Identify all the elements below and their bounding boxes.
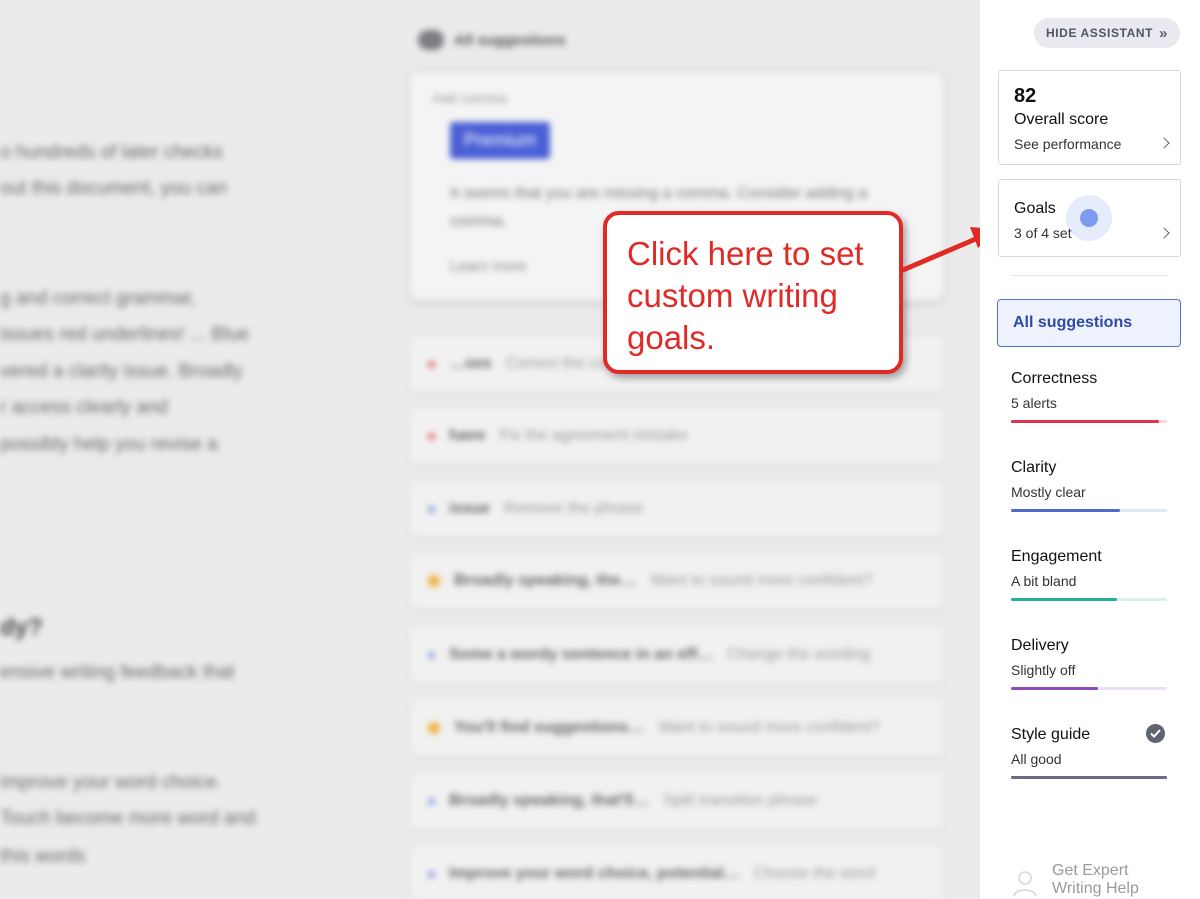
blurred-content: o hundreds of later checks out this docu… <box>0 0 980 899</box>
divider <box>1012 275 1168 276</box>
category-progress-bar <box>1011 509 1167 512</box>
row-main: Some a wordy sentence in an eff… <box>449 646 714 663</box>
document-line: improve your word choice. <box>0 772 222 793</box>
category-status: Slightly off <box>1011 662 1076 678</box>
get-expert-help-button[interactable]: Get Expert Writing Help <box>1010 862 1162 898</box>
suggestion-row: Some a wordy sentence in an eff… Change t… <box>410 627 944 683</box>
row-main: Improve your word choice, potential… <box>449 865 740 882</box>
suggestion-row: Broadly speaking, that'll… Split transiti… <box>410 773 944 829</box>
row-sub: Split transition phrase <box>663 792 818 809</box>
instruction-callout: Click here to set custom writing goals. <box>603 211 903 374</box>
hide-assistant-button[interactable]: HIDE ASSISTANT » <box>1034 18 1180 48</box>
category-name: Clarity <box>1011 459 1057 476</box>
category-correctness[interactable]: Correctness 5 alerts <box>1011 370 1167 423</box>
goals-status: 3 of 4 set <box>1014 225 1072 241</box>
alert-dot <box>428 651 435 659</box>
suggestion-row: Improve your word choice, potential… Choo… <box>410 846 944 899</box>
document-line: o hundreds of later checks <box>0 142 223 163</box>
category-status: All good <box>1011 751 1062 767</box>
goals-card[interactable]: Goals 3 of 4 set <box>998 179 1181 257</box>
suggestion-row: Broadly speaking, the… Want to sound more… <box>410 553 944 609</box>
suggestions-header: All suggestions <box>418 30 566 50</box>
count-pill <box>418 30 444 50</box>
card-type: Add comma <box>432 90 507 106</box>
suggestion-row: have Fix the agreement mistake <box>410 408 944 464</box>
category-delivery[interactable]: Delivery Slightly off <box>1011 637 1167 690</box>
row-sub: Change the wording <box>727 646 871 663</box>
chevron-right-icon <box>1158 137 1170 149</box>
category-clarity[interactable]: Clarity Mostly clear <box>1011 459 1167 512</box>
row-main: …ses <box>449 355 492 372</box>
category-progress-bar <box>1011 687 1167 690</box>
category-status: A bit bland <box>1011 573 1077 589</box>
hide-assistant-label: HIDE ASSISTANT <box>1045 26 1154 40</box>
document-line: this words <box>0 846 86 867</box>
category-name: Engagement <box>1011 548 1102 565</box>
row-sub: Want to sound more confident? <box>650 572 873 589</box>
row-main: have <box>449 427 486 444</box>
alert-dot <box>428 575 440 587</box>
category-status: Mostly clear <box>1011 484 1086 500</box>
document-line: r access clearly and <box>0 397 168 418</box>
row-sub: Remove the phrase <box>503 500 644 517</box>
check-circle-icon <box>1146 724 1165 743</box>
category-name: Correctness <box>1011 370 1098 387</box>
suggestions-header-label: All suggestions <box>454 31 566 49</box>
document-line: vered a clarity issue. Broadly <box>0 361 243 382</box>
document-line: possibly help you revise a <box>0 434 218 455</box>
category-name: Style guide <box>1011 726 1091 743</box>
alert-dot <box>428 722 440 734</box>
alert-dot <box>428 797 435 805</box>
category-style-guide[interactable]: Style guide All good <box>1011 724 1167 779</box>
row-main: Broadly speaking, the… <box>454 572 637 589</box>
callout-text: Click here to set custom writing goals. <box>627 235 864 356</box>
document-line: g and correct grammar, <box>0 288 197 309</box>
document-heading: dy? <box>0 614 43 641</box>
chevron-right-icon <box>1158 227 1170 239</box>
assistant-sidebar: HIDE ASSISTANT » 82 Overall score See pe… <box>980 0 1200 899</box>
document-line: Touch become more word and <box>0 808 256 829</box>
suggestion-row: issue Remove the phrase <box>410 481 944 537</box>
overall-score-card[interactable]: 82 Overall score See performance <box>998 70 1181 165</box>
row-sub: Choose the word <box>753 865 875 882</box>
see-performance-link[interactable]: See performance <box>1014 136 1121 152</box>
document-line: issues red underlines! ... Blue <box>0 324 250 345</box>
score-label: Overall score <box>1014 111 1109 128</box>
score-value: 82 <box>1014 85 1037 107</box>
card-chip: Premium <box>450 122 551 159</box>
person-icon <box>1013 871 1037 897</box>
category-progress-bar <box>1011 598 1167 601</box>
card-learn-more: Learn more <box>450 258 527 275</box>
double-chevron-right-icon: » <box>1159 24 1169 42</box>
category-progress-bar <box>1011 776 1167 779</box>
goals-title: Goals <box>1014 200 1056 217</box>
document-line: out this document, you can <box>0 178 228 199</box>
row-main: issue <box>449 500 490 517</box>
category-progress-bar <box>1011 420 1167 423</box>
row-main: Broadly speaking, that'll… <box>449 792 650 809</box>
row-sub: Fix the agreement mistake <box>499 427 688 444</box>
alert-dot <box>428 505 435 513</box>
alert-dot <box>428 870 435 878</box>
row-main: You'll find suggestions… <box>454 719 645 736</box>
get-expert-help-label: Get Expert Writing Help <box>1052 862 1139 897</box>
category-status: 5 alerts <box>1011 395 1057 411</box>
category-name: Delivery <box>1011 637 1069 654</box>
row-sub: Want to sound more confident? <box>658 719 880 736</box>
document-line: ensive writing feedback that <box>0 662 235 683</box>
all-suggestions-tab[interactable]: All suggestions <box>997 299 1181 347</box>
click-indicator-icon <box>1066 195 1112 241</box>
alert-dot <box>428 432 435 440</box>
category-engagement[interactable]: Engagement A bit bland <box>1011 548 1167 601</box>
editor-backdrop: o hundreds of later checks out this docu… <box>0 0 980 899</box>
alert-dot <box>428 360 435 368</box>
suggestion-row: You'll find suggestions… Want to sound mo… <box>410 700 944 756</box>
